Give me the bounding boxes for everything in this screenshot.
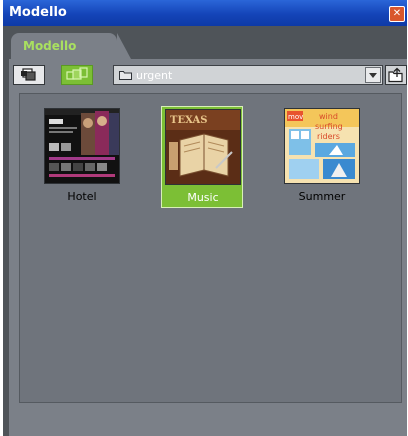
close-icon: ✕ xyxy=(392,8,402,19)
hotel-thumbnail xyxy=(44,108,120,184)
tab-label: Modello xyxy=(23,39,77,53)
tab-bar: Modello xyxy=(3,26,407,59)
music-thumb-title: TEXAS xyxy=(170,115,207,126)
template-item-summer[interactable]: mov wind surfing riders Summer xyxy=(281,106,363,208)
template-label: Music xyxy=(187,191,219,204)
hotel-thumbnail-image xyxy=(45,109,119,183)
close-button[interactable]: ✕ xyxy=(389,6,405,22)
chevron-down-icon[interactable] xyxy=(365,67,381,83)
summer-thumbnail: mov wind surfing riders xyxy=(284,108,360,184)
music-thumbnail: TEXAS xyxy=(165,109,241,185)
folder-select-value: urgent xyxy=(136,69,173,82)
folder-up-button[interactable] xyxy=(385,65,407,85)
title-bar[interactable]: Modello ✕ xyxy=(3,0,407,26)
template-grid: Hotel TEXAS Music mov wind surfing rider… xyxy=(19,93,402,403)
folder-select[interactable]: urgent xyxy=(113,65,383,85)
summer-thumb-line1: wind xyxy=(319,112,338,121)
summer-thumb-line2: surfing xyxy=(315,122,343,131)
music-thumbnail-image: TEXAS xyxy=(166,110,240,184)
summer-thumb-line3: riders xyxy=(317,132,340,141)
summer-thumb-badge: mov xyxy=(288,113,303,121)
slideshow-view-button[interactable] xyxy=(61,65,93,85)
main-panel: urgent Hotel TEXAS Music mov wind surfin… xyxy=(9,59,407,436)
folder-icon xyxy=(119,71,132,80)
template-label: Summer xyxy=(298,190,346,203)
tab-modello[interactable]: Modello xyxy=(11,33,131,59)
template-label: Hotel xyxy=(67,190,97,203)
gallery-view-icon xyxy=(21,68,36,81)
template-item-music[interactable]: TEXAS Music xyxy=(161,106,243,208)
gallery-view-button[interactable] xyxy=(13,65,45,85)
summer-thumbnail-image: mov wind surfing riders xyxy=(285,109,359,183)
modello-window: Modello ✕ Modello urgent Hotel TEXAS Mus… xyxy=(3,0,407,436)
status-bar xyxy=(9,404,407,436)
folder-up-icon xyxy=(388,67,403,83)
slideshow-view-icon xyxy=(66,67,88,80)
template-item-hotel[interactable]: Hotel xyxy=(41,106,123,208)
window-title: Modello xyxy=(9,5,67,20)
